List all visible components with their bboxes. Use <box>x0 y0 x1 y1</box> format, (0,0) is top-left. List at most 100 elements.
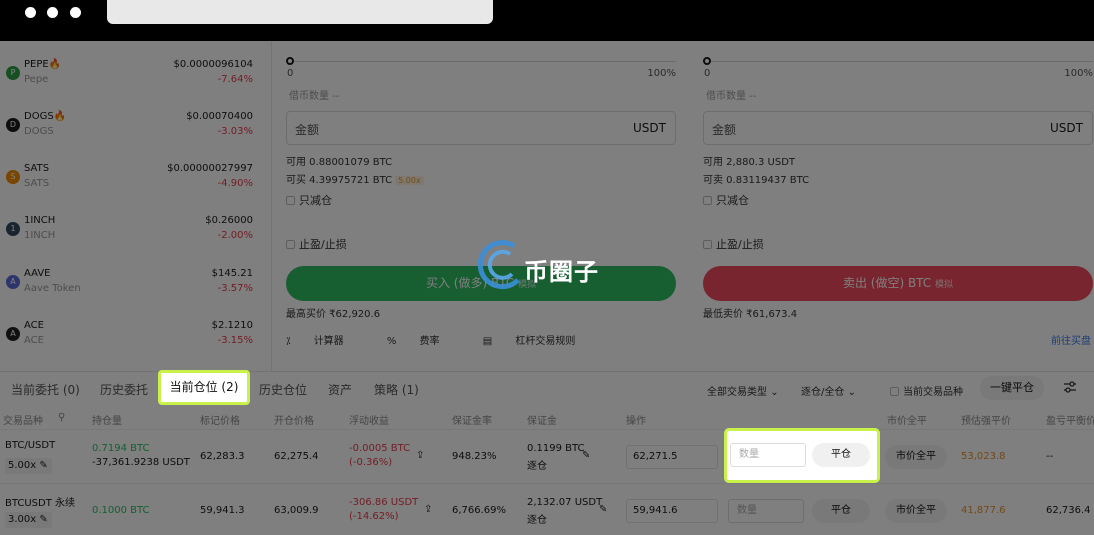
table-row: BTCUSDT 永续 3.00x ✎ 0.1000 BTC 59,941.3 6… <box>0 483 1094 535</box>
slider-max-label: 100% <box>647 68 676 79</box>
window-maximize-dot[interactable] <box>70 7 81 18</box>
go-to-spot-link[interactable]: 前往买盘 <box>1051 332 1091 347</box>
market-close-button[interactable]: 市价全平 <box>885 499 947 523</box>
amount-slider-track[interactable] <box>289 61 676 62</box>
coin-fullname: DOGS <box>24 126 54 137</box>
amount-unit: USDT <box>633 121 666 135</box>
tp-sl-label: 止盈/止损 <box>716 238 764 251</box>
coin-name: PEPE <box>24 59 49 70</box>
max-sell: 可卖 0.83119437 BTC <box>703 175 810 186</box>
close-position-button-highlighted[interactable]: 平仓 <box>812 443 870 467</box>
trade-type-filter[interactable]: 全部交易类型 ⌄ <box>707 383 779 398</box>
close-price-input[interactable]: 62,271.5 <box>626 445 718 469</box>
share-icon[interactable]: ⇪ <box>416 450 424 461</box>
sell-button-label: 卖出 (做空) BTC <box>842 276 932 290</box>
coin-item-ace[interactable]: A ACE ACE $2.1210 -3.15% <box>0 320 272 372</box>
edit-margin-icon[interactable]: ✎ <box>582 450 590 461</box>
tab-open-orders[interactable]: 当前委托 (0) <box>11 381 80 398</box>
coin-price: $0.00070400 <box>186 111 253 122</box>
coin-name: AAVE <box>24 268 51 279</box>
col-pnl: 浮动收益 <box>349 416 389 427</box>
checkbox-icon <box>286 240 295 249</box>
edit-margin-icon[interactable]: ✎ <box>599 504 607 515</box>
coin-name: ACE <box>24 320 44 331</box>
positions-table-header: 交易品种 ⚲ 持仓量 标记价格 开仓价格 浮动收益 保证金率 保证金 操作 市价… <box>0 409 1094 429</box>
amount-slider-handle[interactable] <box>286 57 294 65</box>
amount-slider-track[interactable] <box>706 61 1093 62</box>
close-qty-input[interactable]: 数量 <box>728 499 804 523</box>
margin-mode-filter[interactable]: 逐仓/全仓 ⌄ <box>801 383 856 398</box>
close-all-button[interactable]: 一键平仓 <box>980 376 1044 400</box>
reduce-only-label: 只减仓 <box>299 194 332 207</box>
sell-amount-input[interactable]: 金额 USDT <box>703 111 1093 145</box>
reduce-only-checkbox[interactable]: 只减仓 <box>703 192 749 208</box>
edit-icon: ✎ <box>39 460 48 471</box>
coin-price: $0.0000096104 <box>173 59 253 70</box>
reduce-only-checkbox[interactable]: 只减仓 <box>286 192 332 208</box>
tab-positions[interactable]: 当前仓位 (2) <box>158 370 250 405</box>
window-close-dot[interactable] <box>25 7 36 18</box>
pin-icon[interactable]: ⚲ <box>58 412 65 423</box>
amount-slider-handle[interactable] <box>703 57 711 65</box>
document-icon: ▤ <box>482 336 496 347</box>
coin-change: -3.57% <box>217 283 253 294</box>
slider-min-label: 0 <box>287 68 294 79</box>
coin-change: -7.64% <box>217 74 253 85</box>
leverage-badge[interactable]: 5.00x ✎ <box>5 458 52 474</box>
close-position-button[interactable]: 平仓 <box>812 499 870 523</box>
coin-item-sats[interactable]: S SATS SATS $0.00000027997 -4.90% <box>0 163 272 215</box>
position-qty: 0.7194 BTC <box>92 443 150 454</box>
coin-name: SATS <box>24 163 50 174</box>
current-symbol-checkbox[interactable]: 当前交易品种 <box>890 383 963 398</box>
close-qty-input-highlighted[interactable]: 数量 <box>730 443 806 467</box>
position-qty: 0.1000 BTC <box>92 505 150 516</box>
leverage-badge[interactable]: 3.00x ✎ <box>5 512 52 528</box>
sell-short-button[interactable]: 卖出 (做空) BTC 模拟 <box>703 266 1093 301</box>
breakeven-price: 62,736.4 <box>1046 505 1091 516</box>
margin-rate: 6,766.69% <box>452 505 507 516</box>
margin-mode: 逐仓 <box>527 515 547 526</box>
market-close-button[interactable]: 市价全平 <box>885 445 947 469</box>
col-margin-rate: 保证金率 <box>452 416 492 427</box>
tab-strategy[interactable]: 策略 (1) <box>374 381 419 398</box>
window-minimize-dot[interactable] <box>47 7 58 18</box>
col-liq-price: 预估强平价 <box>961 416 1011 427</box>
hot-fire-icon: 🔥 <box>48 59 62 70</box>
pnl-percent: (-14.62%) <box>349 511 399 522</box>
address-bar[interactable] <box>107 0 493 24</box>
tp-sl-checkbox[interactable]: 止盈/止损 <box>286 236 347 252</box>
tp-sl-checkbox[interactable]: 止盈/止损 <box>703 236 764 252</box>
borrow-amount: 借币数量 -- <box>706 91 757 102</box>
coin-item-dogs[interactable]: D DOGS🔥 DOGS $0.00070400 -3.03% <box>0 111 272 163</box>
calculator-icon: ⁒ <box>286 336 294 347</box>
position-debt: -37,361.9238 USDT <box>92 457 190 468</box>
margin-rules-link[interactable]: ▤ 杠杆交易规则 <box>483 336 596 347</box>
col-position: 持仓量 <box>92 416 122 427</box>
close-price-input[interactable]: 59,941.6 <box>626 499 718 523</box>
buy-amount-input[interactable]: 金额 USDT <box>286 111 676 145</box>
tab-assets[interactable]: 资产 <box>328 381 352 398</box>
leverage-badge: 5.00x <box>395 176 424 185</box>
pnl-percent: (-0.36%) <box>349 457 393 468</box>
calculator-link[interactable]: ⁒ 计算器 <box>286 336 364 347</box>
coin-name: 1INCH <box>24 215 56 226</box>
share-icon[interactable]: ⇪ <box>424 504 432 515</box>
fee-rate-link[interactable]: % 费率 <box>387 336 460 347</box>
coin-item-pepe[interactable]: P PEPE🔥 Pepe $0.0000096104 -7.64% <box>0 59 272 111</box>
coin-item-1inch[interactable]: 1 1INCH 1INCH $0.26000 -2.00% <box>0 215 272 267</box>
tab-position-history[interactable]: 历史仓位 <box>259 381 307 398</box>
settings-sliders-icon[interactable] <box>1062 379 1078 395</box>
col-breakeven: 盈亏平衡价 <box>1046 416 1094 427</box>
coin-name: DOGS <box>24 111 54 122</box>
percent-icon: % <box>386 336 400 347</box>
pepe-coin-icon: P <box>6 66 20 80</box>
buy-tools: ⁒ 计算器 % 费率 ▤ 杠杆交易规则 <box>286 332 615 347</box>
coin-change: -4.90% <box>217 178 253 189</box>
sell-order-panel: 0 100% 借币数量 -- 金额 USDT 可用 2,880.3 USDT 可… <box>703 41 1093 371</box>
hot-fire-icon: 🔥 <box>53 111 67 122</box>
tab-order-history[interactable]: 历史委托 <box>100 381 148 398</box>
highlight-close-controls: 数量 平仓 <box>724 428 880 483</box>
slider-max-label: 100% <box>1064 68 1093 79</box>
coin-fullname: Pepe <box>24 74 49 85</box>
coin-item-aave[interactable]: A AAVE Aave Token $145.21 -3.57% <box>0 268 272 320</box>
